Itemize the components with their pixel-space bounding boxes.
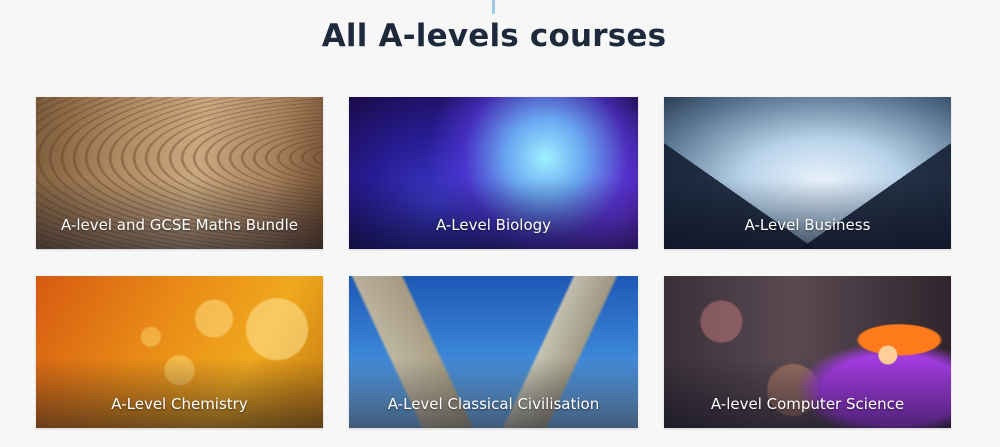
course-card-label: A-Level Chemistry [111, 395, 248, 413]
course-grid: A-level and GCSE Maths Bundle A-Level Bi… [0, 0, 1000, 447]
courses-page: All A-levels courses A-level and GCSE Ma… [0, 0, 1000, 447]
course-card-label: A-level Computer Science [710, 395, 905, 413]
course-card-chemistry[interactable]: A-Level Chemistry [36, 276, 323, 428]
course-card-label: A-Level Biology [435, 216, 552, 234]
course-card-label: A-Level Classical Civilisation [387, 395, 600, 413]
course-card-label: A-level and GCSE Maths Bundle [61, 216, 298, 234]
course-card-maths-bundle[interactable]: A-level and GCSE Maths Bundle [36, 97, 323, 249]
course-card-classical-civilisation[interactable]: A-Level Classical Civilisation [349, 276, 638, 428]
course-card-biology[interactable]: A-Level Biology [349, 97, 638, 249]
course-card-computer-science[interactable]: A-level Computer Science [664, 276, 951, 428]
course-card-label: A-Level Business [744, 216, 871, 234]
course-card-business[interactable]: A-Level Business [664, 97, 951, 249]
